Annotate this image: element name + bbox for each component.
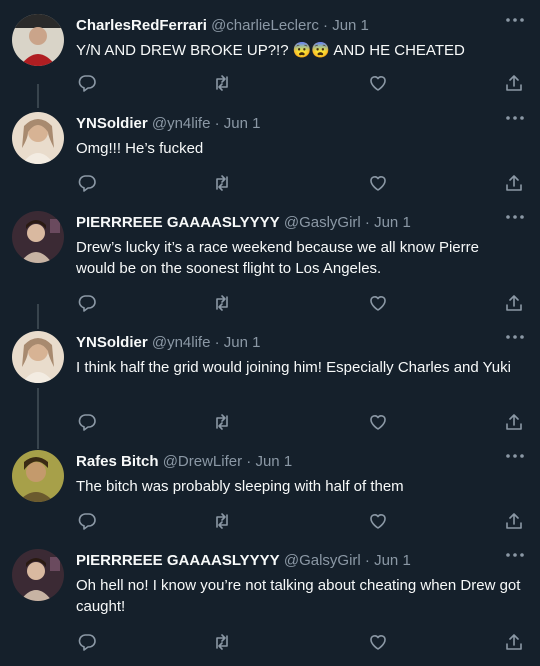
avatar[interactable] (12, 450, 64, 502)
tweet-date[interactable]: Jun 1 (374, 552, 411, 569)
avatar[interactable] (12, 331, 64, 383)
display-name[interactable]: YNSoldier (76, 115, 148, 132)
tweet-text: The bitch was probably sleeping with hal… (76, 478, 404, 495)
separator: · (364, 552, 370, 569)
user-handle[interactable]: @DrewLifer (163, 453, 242, 470)
tweet-date[interactable]: Jun 1 (374, 214, 411, 231)
tweet-text: I think half the grid would joining him!… (76, 359, 511, 376)
thread-line (37, 304, 39, 329)
share-icon[interactable] (504, 511, 526, 533)
tweet-actions (0, 412, 540, 436)
tweet-header: YNSoldier @yn4life · Jun 1 (76, 334, 261, 352)
user-handle[interactable]: @yn4life (152, 115, 211, 132)
tweet-header: YNSoldier @yn4life · Jun 1 (76, 115, 261, 133)
display-name[interactable]: CharlesRedFerrari (76, 17, 207, 34)
more-horizontal-icon[interactable] (504, 450, 526, 466)
separator: · (246, 453, 252, 470)
heart-icon[interactable] (368, 632, 390, 654)
tweet-text: Drew’s lucky it’s a race weekend because… (76, 239, 479, 277)
retweet-icon[interactable] (212, 173, 234, 195)
separator: · (323, 17, 329, 34)
display-name[interactable]: PIERRREEE GAAAASLYYYY (76, 552, 280, 569)
reply-icon[interactable] (77, 412, 99, 434)
avatar[interactable] (12, 211, 64, 263)
avatar[interactable] (12, 112, 64, 164)
tweet-date[interactable]: Jun 1 (224, 334, 261, 351)
avatar[interactable] (12, 549, 64, 601)
separator: · (214, 115, 220, 132)
reply-icon[interactable] (77, 173, 99, 195)
share-icon[interactable] (504, 173, 526, 195)
reply-thread: CharlesRedFerrari @charlieLeclerc · Jun … (0, 0, 540, 666)
tweet-actions (0, 632, 540, 656)
user-handle[interactable]: @GaslyGirl (284, 214, 361, 231)
heart-icon[interactable] (368, 173, 390, 195)
heart-icon[interactable] (368, 293, 390, 315)
share-icon[interactable] (504, 632, 526, 654)
user-handle[interactable]: @yn4life (152, 334, 211, 351)
display-name[interactable]: YNSoldier (76, 334, 148, 351)
tweet-text: Oh hell no! I know you’re not talking ab… (76, 577, 521, 615)
tweet-header: CharlesRedFerrari @charlieLeclerc · Jun … (76, 17, 369, 35)
reply-icon[interactable] (77, 632, 99, 654)
more-horizontal-icon[interactable] (504, 14, 526, 30)
share-icon[interactable] (504, 293, 526, 315)
tweet-text: Omg!!! He’s fucked (76, 140, 204, 157)
tweet-actions (0, 173, 540, 197)
user-handle[interactable]: @GalsyGirl (284, 552, 361, 569)
avatar[interactable] (12, 14, 64, 66)
user-handle[interactable]: @charlieLeclerc (211, 17, 319, 34)
display-name[interactable]: Rafes Bitch (76, 453, 159, 470)
tweet-header: Rafes Bitch @DrewLifer · Jun 1 (76, 453, 292, 471)
share-icon[interactable] (504, 412, 526, 434)
more-horizontal-icon[interactable] (504, 549, 526, 565)
retweet-icon[interactable] (212, 632, 234, 654)
share-icon[interactable] (504, 73, 526, 95)
separator: · (364, 214, 370, 231)
tweet-date[interactable]: Jun 1 (255, 453, 292, 470)
retweet-icon[interactable] (212, 412, 234, 434)
more-horizontal-icon[interactable] (504, 211, 526, 227)
tweet-actions (0, 73, 540, 97)
thread-line (37, 388, 39, 449)
heart-icon[interactable] (368, 73, 390, 95)
heart-icon[interactable] (368, 412, 390, 434)
display-name[interactable]: PIERRREEE GAAAASLYYYY (76, 214, 280, 231)
retweet-icon[interactable] (212, 293, 234, 315)
reply-icon[interactable] (77, 293, 99, 315)
more-horizontal-icon[interactable] (504, 112, 526, 128)
retweet-icon[interactable] (212, 511, 234, 533)
retweet-icon[interactable] (212, 73, 234, 95)
tweet-header: PIERRREEE GAAAASLYYYY @GalsyGirl · Jun 1 (76, 552, 411, 570)
tweet-date[interactable]: Jun 1 (332, 17, 369, 34)
reply-icon[interactable] (77, 511, 99, 533)
tweet-text: Y/N AND DREW BROKE UP?!? 😨😨 AND HE CHEAT… (76, 42, 465, 59)
more-horizontal-icon[interactable] (504, 331, 526, 347)
tweet-actions (0, 293, 540, 317)
tweet-date[interactable]: Jun 1 (224, 115, 261, 132)
thread-line (37, 84, 39, 108)
tweet-header: PIERRREEE GAAAASLYYYY @GaslyGirl · Jun 1 (76, 214, 411, 232)
heart-icon[interactable] (368, 511, 390, 533)
separator: · (214, 334, 220, 351)
reply-icon[interactable] (77, 73, 99, 95)
tweet-actions (0, 511, 540, 535)
